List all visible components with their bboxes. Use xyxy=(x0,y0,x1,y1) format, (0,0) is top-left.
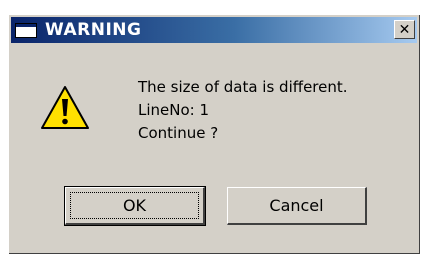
message-line-3: Continue ? xyxy=(138,124,219,142)
message-line-1: The size of data is different. xyxy=(138,78,348,96)
window-icon xyxy=(15,22,37,38)
cancel-button[interactable]: Cancel xyxy=(227,187,367,225)
focus-rectangle xyxy=(70,192,199,219)
warning-dialog: WARNING ✕ The size of data is different.… xyxy=(8,14,420,254)
close-button[interactable]: ✕ xyxy=(394,20,415,39)
ok-button[interactable]: OK xyxy=(64,186,206,226)
message-line-2: LineNo: 1 xyxy=(138,101,210,119)
dialog-title: WARNING xyxy=(45,20,142,40)
close-icon: ✕ xyxy=(398,21,411,38)
title-bar[interactable]: WARNING ✕ xyxy=(11,17,417,43)
warning-triangle-icon xyxy=(41,86,89,129)
cancel-button-label: Cancel xyxy=(269,196,324,215)
message-text: The size of data is different. LineNo: 1… xyxy=(138,76,348,145)
